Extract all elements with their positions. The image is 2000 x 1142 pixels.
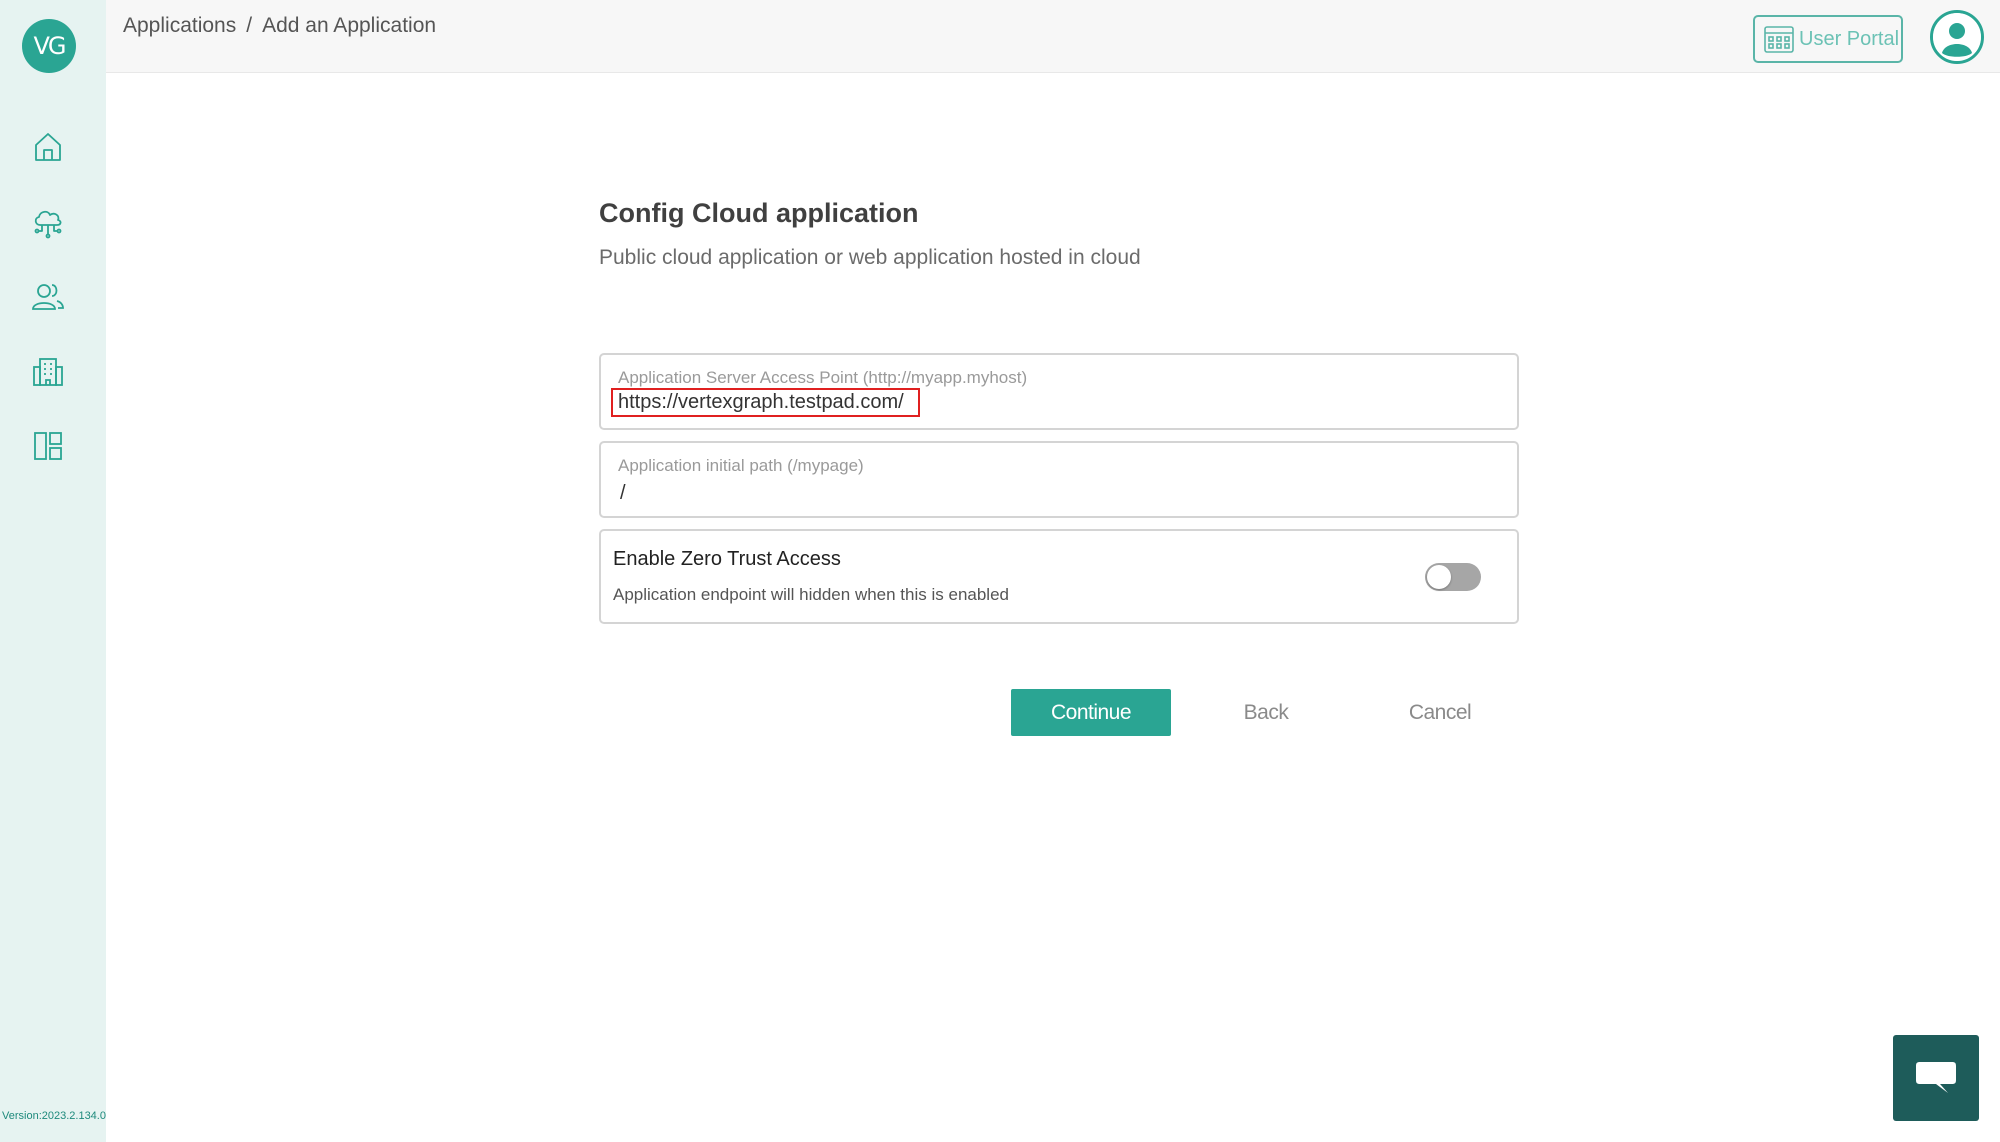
back-button[interactable]: Back — [1236, 689, 1296, 736]
chat-bubble-icon — [1916, 1062, 1956, 1093]
cloud-network-icon — [34, 210, 62, 239]
sidebar-item-buildings[interactable] — [26, 350, 70, 394]
sidebar-item-home[interactable] — [26, 125, 70, 169]
breadcrumb: Applications / Add an Application — [123, 14, 436, 38]
layout-icon — [34, 432, 62, 460]
toggle-knob — [1427, 565, 1451, 589]
zero-trust-panel: Enable Zero Trust Access Application end… — [599, 529, 1519, 624]
initial-path-label: Application initial path (/mypage) — [618, 456, 864, 475]
zero-trust-toggle[interactable] — [1425, 563, 1481, 591]
access-point-field[interactable]: Application Server Access Point (http://… — [599, 353, 1519, 430]
page-subtitle: Public cloud application or web applicat… — [599, 246, 1141, 269]
initial-path-input[interactable]: / — [616, 480, 630, 507]
initial-path-field[interactable]: Application initial path (/mypage) / — [599, 441, 1519, 518]
app-logo[interactable]: VG — [22, 19, 76, 73]
continue-button[interactable]: Continue — [1011, 689, 1171, 736]
page-title: Config Cloud application — [599, 198, 919, 228]
breadcrumb-item-current: Add an Application — [262, 14, 437, 37]
building-icon — [33, 358, 63, 386]
breadcrumb-item-applications[interactable]: Applications — [123, 14, 236, 37]
sidebar: VG Version:2023.2.134.0 — [0, 0, 106, 1142]
sidebar-item-layout[interactable] — [26, 424, 70, 468]
sidebar-item-cloud[interactable] — [26, 201, 70, 245]
grid-calendar-icon — [1764, 26, 1794, 53]
top-header: Applications / Add an Application User Por… — [106, 0, 2000, 73]
sidebar-item-users[interactable] — [26, 275, 70, 319]
version-label: Version:2023.2.134.0 — [2, 1110, 106, 1122]
user-avatar-icon — [1933, 13, 1981, 61]
zero-trust-title: Enable Zero Trust Access — [613, 548, 841, 570]
breadcrumb-separator: / — [246, 14, 253, 37]
avatar[interactable] — [1930, 10, 1984, 64]
cancel-button[interactable]: Cancel — [1400, 689, 1480, 736]
user-portal-label: User Portal — [1799, 27, 1900, 50]
chat-button[interactable] — [1893, 1035, 1979, 1121]
users-icon — [32, 284, 64, 310]
access-point-input[interactable]: https://vertexgraph.testpad.com/ — [611, 388, 920, 417]
home-icon — [35, 133, 61, 161]
user-portal-button[interactable]: User Portal — [1753, 15, 1903, 63]
zero-trust-description: Application endpoint will hidden when th… — [613, 585, 1009, 604]
access-point-label: Application Server Access Point (http://… — [618, 368, 1028, 387]
